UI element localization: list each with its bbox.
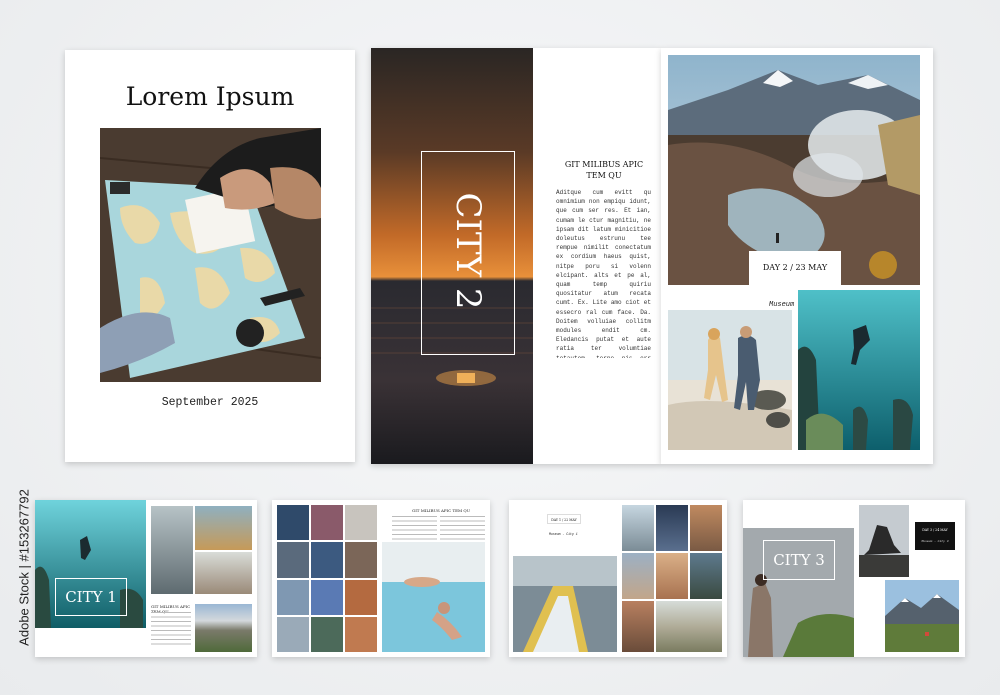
- spread-left-page: CITY 2 GIT MILIBUS APIC TEM QU Aditque c…: [371, 48, 661, 464]
- grid-photo: [277, 542, 309, 578]
- thumb3-photo-5: [656, 553, 688, 599]
- grid-photo: [311, 505, 343, 541]
- grid-photo: [345, 542, 377, 578]
- thumb3-photo-1: [622, 505, 654, 551]
- thumb4-mountain-photo: [885, 580, 959, 652]
- cover-title: Lorem Ipsum: [125, 82, 295, 111]
- thumb2-text: [392, 516, 437, 540]
- thumb3-photo-6: [690, 553, 722, 599]
- thumb2-heading: GIT MILIBUS APIC TEM QU: [412, 508, 471, 513]
- thumb3-elephants-photo: [656, 601, 722, 652]
- thumb1-text: [151, 612, 191, 648]
- beach-couple-photo: [668, 310, 792, 450]
- cover-date: September 2025: [161, 396, 259, 409]
- grid-photo: [311, 542, 343, 578]
- city-1-label: CITY 1: [55, 578, 127, 616]
- thumbnail-spread-2: GIT MILIBUS APIC TEM QU: [272, 500, 490, 657]
- thumb1-photo-mountains: [195, 604, 252, 652]
- thumbnail-spread-1: CITY 1 GIT MILIBUS APIC TEM QU: [35, 500, 257, 657]
- cover-photo-map: [100, 128, 321, 382]
- thumbnail-spread-3: DAY 1 / 22 MAY Museum - City 1: [509, 500, 727, 657]
- thumb3-photo-2: [656, 505, 688, 551]
- thumb4-rock-photo: [859, 505, 909, 577]
- thumb1-photo-people: [151, 506, 193, 594]
- thumb3-photo-3: [690, 505, 722, 551]
- thumb3-day-label: DAY 1 / 22 MAY: [547, 514, 581, 524]
- grid-photo: [345, 505, 377, 541]
- spread-body-text: Aditque cum evitt qu omnimium non empiqu…: [556, 189, 651, 358]
- city-3-label: CITY 3: [763, 540, 835, 580]
- thumbnail-spread-4: CITY 3 DAY 3 / 24 MAY Museum - City 3: [743, 500, 965, 657]
- thumb4-day-box: [915, 522, 955, 550]
- thumb2-photo-grid: [277, 505, 377, 652]
- thumb4-day-label: DAY 3 / 24 MAY: [922, 528, 948, 532]
- spread-right-page: DAY 2 / 23 MAY Museum - City 2: [661, 48, 933, 464]
- thumb4-caption: Museum - City 3: [921, 540, 949, 543]
- thumb2-text-2: [440, 516, 485, 540]
- thumb2-pool-photo: [382, 542, 485, 652]
- thumb3-boat-photo: [513, 556, 617, 652]
- grid-photo: [277, 616, 309, 652]
- grid-photo: [345, 616, 377, 652]
- grid-photo: [277, 505, 309, 541]
- grid-photo: [311, 616, 343, 652]
- city-2-label: CITY 2: [448, 192, 488, 310]
- underwater-diver-photo: [798, 290, 920, 450]
- thumb3-photo-7: [622, 601, 654, 652]
- stock-watermark: Adobe Stock | #153267792: [14, 450, 32, 690]
- thumb1-photo-interior: [195, 552, 252, 594]
- watermark-text: Adobe Stock | #153267792: [16, 489, 32, 646]
- thumb1-photo-hikers: [195, 506, 252, 550]
- grid-photo: [277, 579, 309, 615]
- day-2-label: DAY 2 / 23 MAY: [749, 251, 841, 285]
- thumb3-photo-4: [622, 553, 654, 599]
- grid-photo: [345, 579, 377, 615]
- cover-page: Lorem Ipsum September 2025: [65, 50, 355, 462]
- thumb3-caption: Museum - City 1: [549, 532, 578, 536]
- grid-photo: [311, 579, 343, 615]
- spread-heading: GIT MILIBUS APIC TEM QU: [564, 160, 644, 180]
